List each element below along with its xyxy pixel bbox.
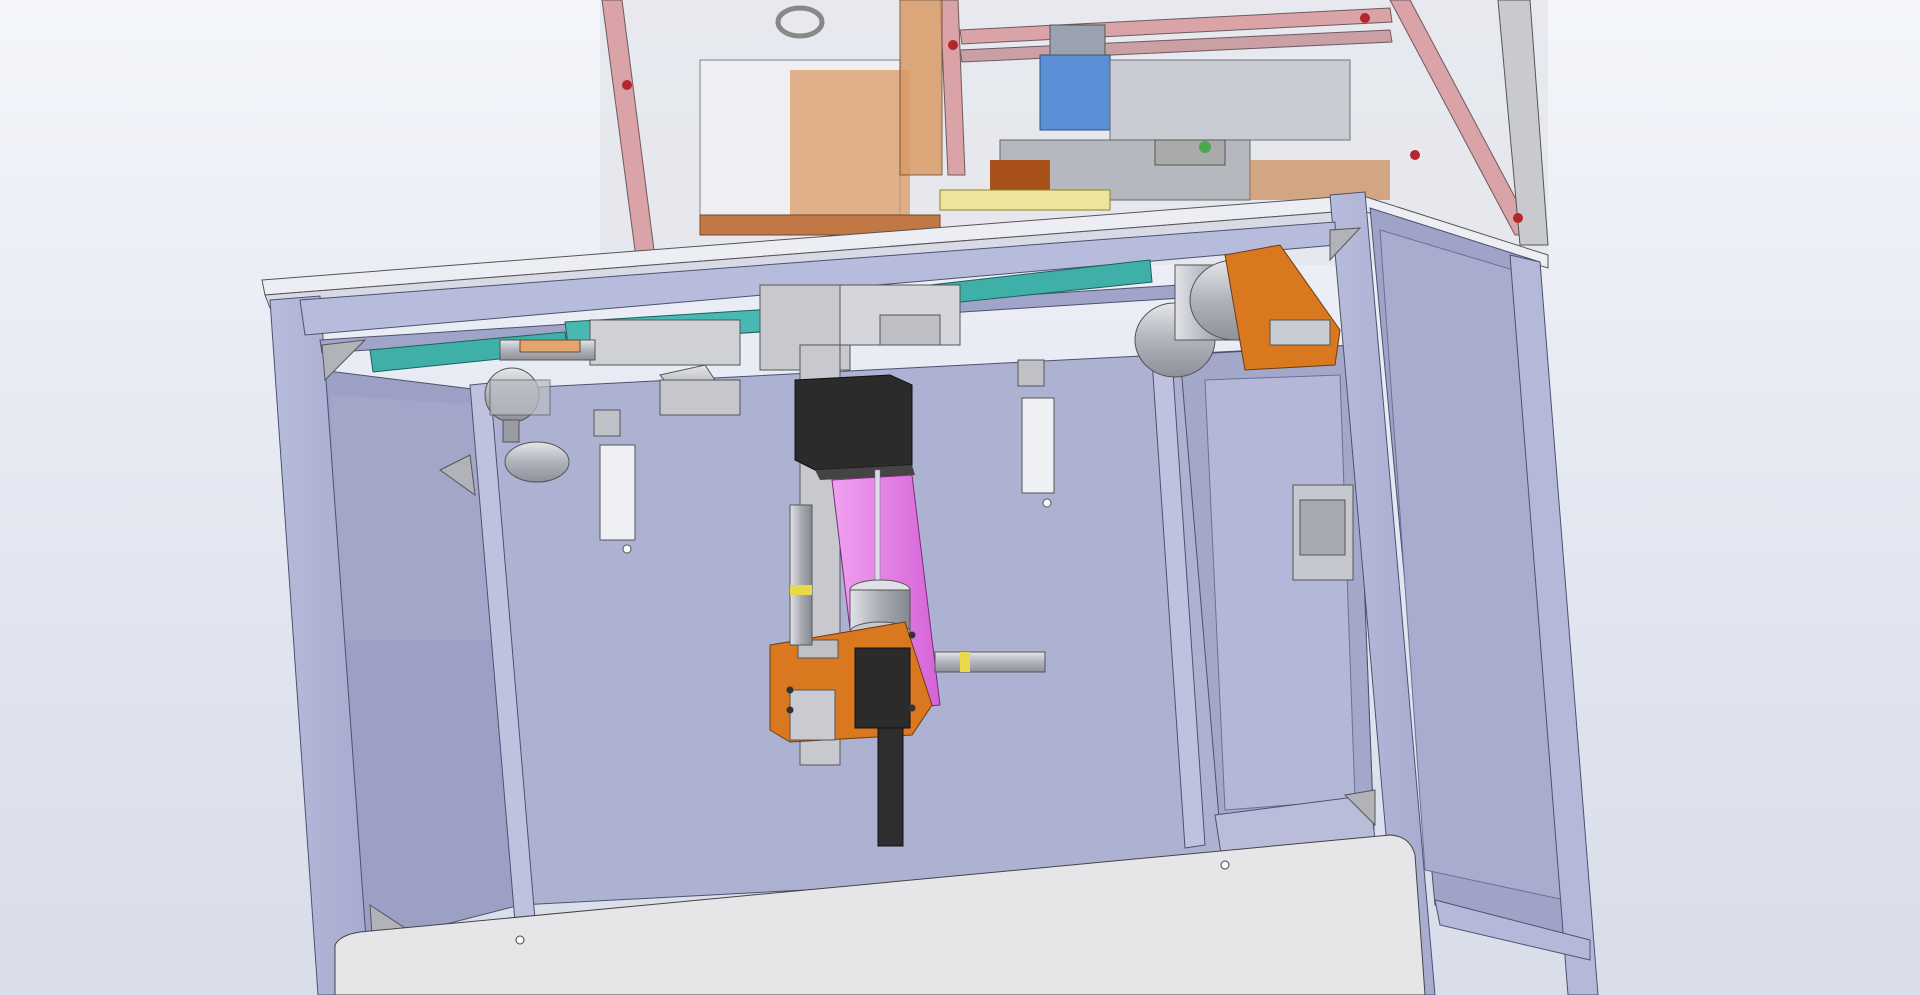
- upper-yellow-strip[interactable]: [939, 189, 1111, 211]
- lead-screw: [874, 469, 881, 591]
- head-screw: [908, 631, 916, 639]
- cover-screw: [1220, 860, 1230, 870]
- motor-clamp[interactable]: [1269, 319, 1331, 346]
- cylinder-yellow-ring: [790, 585, 812, 595]
- knob-base[interactable]: [504, 441, 570, 483]
- rail-carriage-clamp[interactable]: [879, 314, 941, 346]
- left-guide-cylinder[interactable]: [789, 504, 813, 646]
- upper-switch-block[interactable]: [1154, 139, 1226, 166]
- label-plate-right: [1021, 397, 1055, 494]
- label-hole: [1042, 498, 1052, 508]
- upper-orange-block[interactable]: [990, 160, 1050, 190]
- right-guide-cylinder[interactable]: [934, 651, 1046, 673]
- knob-housing: [489, 379, 551, 416]
- head-clamp-plate[interactable]: [789, 689, 836, 741]
- upper-right-bracket[interactable]: [1250, 160, 1390, 200]
- connector-socket[interactable]: [1299, 499, 1346, 556]
- green-indicator-light: [1199, 141, 1211, 153]
- servo-motor-block[interactable]: [794, 374, 913, 471]
- black-spindle-block[interactable]: [854, 647, 911, 729]
- cylinder-yellow-ring: [960, 652, 970, 672]
- upper-blue-motor[interactable]: [1039, 54, 1111, 131]
- frame-screw: [1360, 13, 1370, 23]
- cylinder-mount[interactable]: [659, 379, 741, 416]
- frame-screw: [1513, 213, 1523, 223]
- label-clip: [1017, 359, 1045, 387]
- head-screw: [786, 706, 794, 714]
- frame-screw: [948, 40, 958, 50]
- right-inner-door[interactable]: [1204, 374, 1356, 811]
- cover-screw: [515, 935, 525, 945]
- upper-plate-brown[interactable]: [899, 0, 943, 176]
- bronze-bushing: [519, 339, 581, 353]
- frame-screw: [1410, 150, 1420, 160]
- upper-bracket-brown[interactable]: [790, 70, 910, 220]
- frame-screw: [622, 80, 632, 90]
- pneumatic-cylinder-body[interactable]: [589, 319, 741, 366]
- upper-motor-mount[interactable]: [1049, 24, 1106, 56]
- head-screw: [786, 686, 794, 694]
- upper-slide-unit[interactable]: [1109, 59, 1351, 141]
- cad-viewport[interactable]: [0, 0, 1920, 995]
- assembly-model[interactable]: [0, 0, 1920, 995]
- knob-stem: [502, 419, 520, 443]
- label-hole: [622, 544, 632, 554]
- label-plate-left: [599, 444, 636, 541]
- spindle-shaft[interactable]: [877, 727, 904, 847]
- label-clip: [593, 409, 621, 437]
- head-screw: [908, 704, 916, 712]
